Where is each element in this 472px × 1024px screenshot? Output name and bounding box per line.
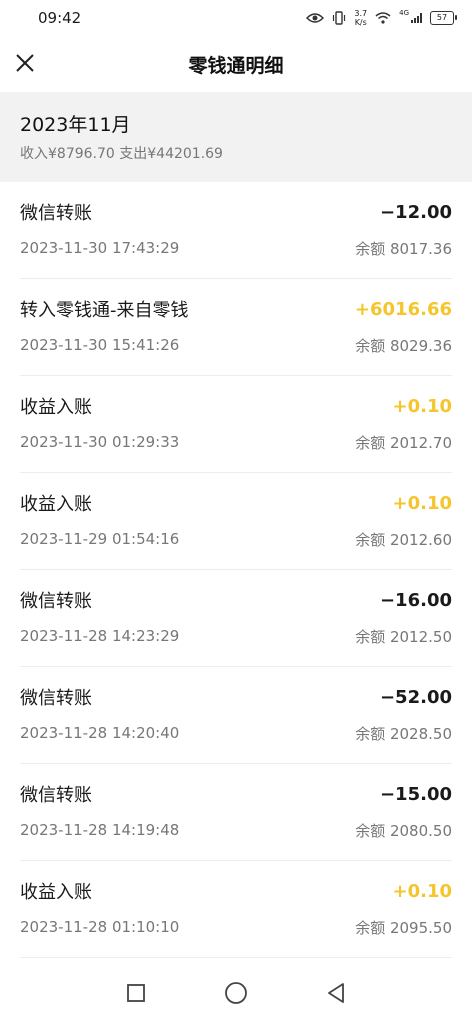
- transaction-title: 转入零钱通-来自零钱: [20, 300, 189, 321]
- nav-bar: 零钱通明细: [0, 36, 472, 92]
- transaction-row[interactable]: 微信转账 −12.00 2023-11-30 17:43:29 余额 8017.…: [20, 182, 452, 279]
- wifi-icon: [375, 12, 391, 24]
- transaction-time: 2023-11-30 01:29:33: [20, 433, 180, 451]
- status-bar: 09:42 3.7 K/s 4G 57: [0, 0, 472, 36]
- transaction-time: 2023-11-28 14:23:29: [20, 627, 180, 645]
- triangle-back-icon: [328, 983, 344, 1003]
- transaction-balance: 余额 2012.60: [355, 530, 452, 549]
- transaction-row[interactable]: 收益入账 +0.10 2023-11-29 01:54:16 余额 2012.6…: [20, 473, 452, 570]
- status-time: 09:42: [38, 9, 82, 27]
- battery-icon: 57: [430, 11, 457, 25]
- transaction-time: 2023-11-28 14:20:40: [20, 724, 180, 742]
- home-button[interactable]: [224, 981, 248, 1005]
- close-icon: [16, 54, 34, 72]
- page-title: 零钱通明细: [188, 54, 284, 77]
- transaction-row[interactable]: 收益入账 +0.10 2023-11-30 01:29:33 余额 2012.7…: [20, 376, 452, 473]
- month-header: 2023年11月 收入¥8796.70 支出¥44201.69: [0, 92, 472, 182]
- back-button[interactable]: [324, 981, 348, 1005]
- transaction-time: 2023-11-30 15:41:26: [20, 336, 180, 354]
- transaction-time: 2023-11-30 17:43:29: [20, 239, 180, 257]
- transaction-title: 微信转账: [20, 591, 92, 612]
- transaction-amount: −16.00: [379, 589, 452, 611]
- transaction-row[interactable]: 转入零钱通-来自零钱 +6016.66 2023-11-30 15:41:26 …: [20, 279, 452, 376]
- transaction-balance: 余额 8029.36: [355, 336, 452, 355]
- vibrate-icon: [333, 11, 346, 25]
- eye-icon: [306, 13, 325, 23]
- transaction-list: 微信转账 −12.00 2023-11-30 17:43:29 余额 8017.…: [0, 182, 472, 958]
- transaction-balance: 余额 2095.50: [355, 918, 452, 937]
- status-icons: 3.7 K/s 4G 57: [306, 9, 457, 27]
- transaction-time: 2023-11-28 01:10:10: [20, 918, 180, 936]
- transaction-balance: 余额 2080.50: [355, 821, 452, 840]
- battery-level: 57: [436, 13, 448, 22]
- transaction-amount: −12.00: [379, 201, 452, 223]
- month-title[interactable]: 2023年11月: [20, 110, 452, 137]
- speed-value: 3.7: [354, 9, 368, 18]
- transaction-title: 收益入账: [20, 494, 92, 515]
- transaction-balance: 余额 2028.50: [355, 724, 452, 743]
- transaction-row[interactable]: 微信转账 −52.00 2023-11-28 14:20:40 余额 2028.…: [20, 667, 452, 764]
- speed-unit: K/s: [354, 18, 367, 27]
- system-nav-bar: [0, 962, 472, 1024]
- transaction-row[interactable]: 微信转账 −16.00 2023-11-28 14:23:29 余额 2012.…: [20, 570, 452, 667]
- transaction-row[interactable]: 微信转账 −15.00 2023-11-28 14:19:48 余额 2080.…: [20, 764, 452, 861]
- circle-icon: [225, 982, 247, 1004]
- network-speed: 3.7 K/s: [354, 9, 367, 27]
- month-summary: 收入¥8796.70 支出¥44201.69: [20, 146, 223, 162]
- close-button[interactable]: [10, 48, 40, 78]
- transaction-title: 微信转账: [20, 203, 92, 224]
- transaction-title: 微信转账: [20, 785, 92, 806]
- transaction-amount: −52.00: [379, 686, 452, 708]
- transaction-time: 2023-11-28 14:19:48: [20, 821, 180, 839]
- transaction-amount: +0.10: [392, 492, 453, 514]
- transaction-amount: +0.10: [392, 395, 453, 417]
- recent-apps-button[interactable]: [124, 981, 148, 1005]
- network-type: 4G: [399, 9, 409, 17]
- transaction-row[interactable]: 收益入账 +0.10 2023-11-28 01:10:10 余额 2095.5…: [20, 861, 452, 958]
- transaction-amount: +6016.66: [354, 298, 452, 320]
- transaction-title: 收益入账: [20, 397, 92, 418]
- transaction-balance: 余额 2012.70: [355, 433, 452, 452]
- transaction-title: 微信转账: [20, 688, 92, 709]
- transaction-amount: +0.10: [392, 880, 453, 902]
- transaction-balance: 余额 8017.36: [355, 239, 452, 258]
- transaction-title: 收益入账: [20, 882, 92, 903]
- transaction-amount: −15.00: [379, 783, 452, 805]
- transaction-balance: 余额 2012.50: [355, 627, 452, 646]
- square-icon: [127, 984, 145, 1002]
- transaction-time: 2023-11-29 01:54:16: [20, 530, 180, 548]
- signal-icon: [411, 13, 422, 23]
